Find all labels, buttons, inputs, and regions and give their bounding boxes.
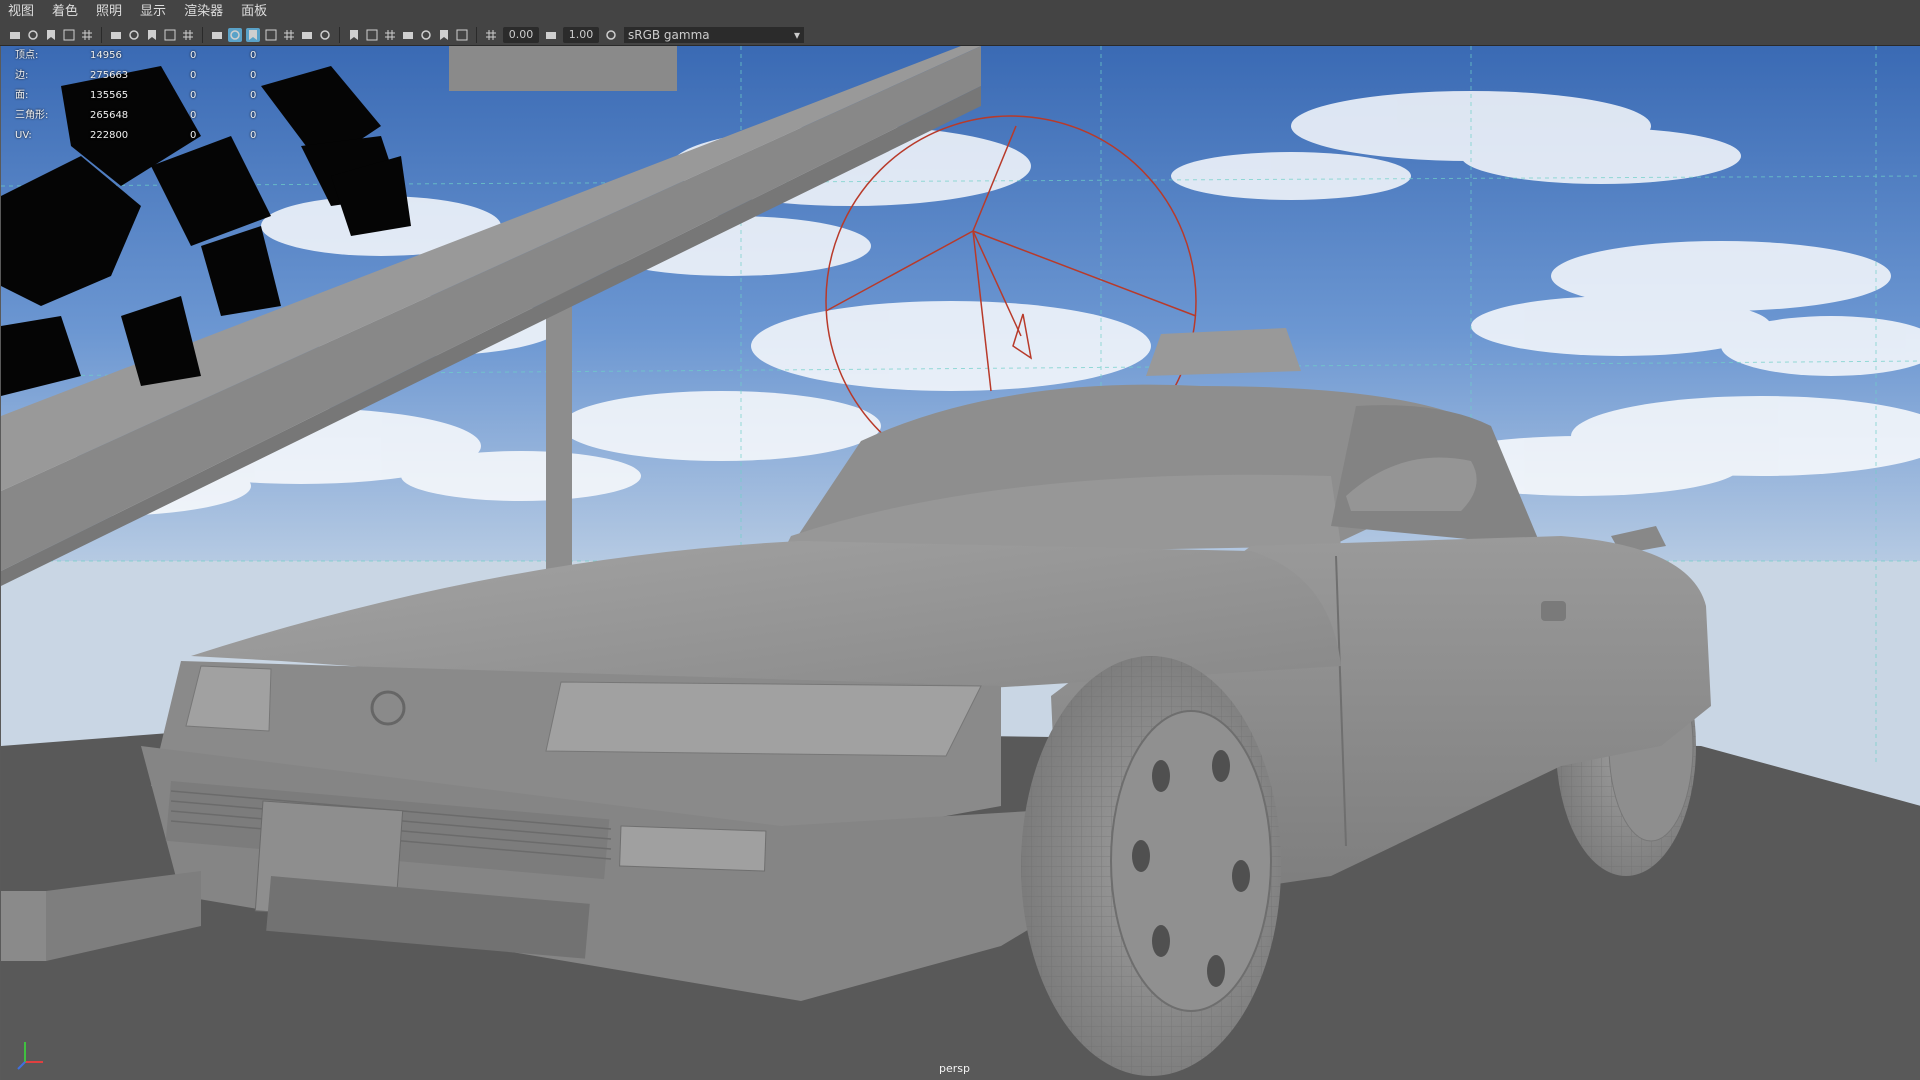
hud-row: 三角形: 265648 0 0 — [15, 106, 290, 126]
hud-v3: 0 — [250, 90, 257, 101]
toolbar-separator — [202, 26, 203, 43]
camera-name-label: persp — [939, 1062, 970, 1075]
hud-label: 三角形: — [15, 110, 49, 121]
hud-v1: 135565 — [90, 90, 129, 101]
exposure-field[interactable]: 0.00 — [503, 26, 539, 43]
safe-action-icon[interactable] — [181, 28, 195, 42]
hud-v3: 0 — [250, 70, 257, 81]
gamma-field[interactable]: 1.00 — [563, 26, 599, 43]
menu-item-2[interactable]: 照明 — [88, 0, 132, 24]
gantry-post — [449, 46, 677, 91]
backface-icon[interactable] — [455, 28, 469, 42]
poly-count-hud: 顶点: 14956 0 0 边: 275663 0 0 面: 135565 0 0 三角形: 265648… — [15, 46, 290, 146]
gate-mask-icon[interactable] — [145, 28, 159, 42]
hud-v3: 0 — [250, 110, 257, 121]
curb-block — [1, 891, 46, 961]
color-space-select[interactable]: sRGB gamma ▾ — [624, 26, 804, 43]
bookmark-icon[interactable] — [44, 28, 58, 42]
resolution-gate-icon[interactable] — [127, 28, 141, 42]
color-space-label: sRGB gamma — [628, 27, 710, 42]
image-plane-icon[interactable] — [62, 28, 76, 42]
field-chart-icon[interactable] — [163, 28, 177, 42]
camera-select-icon[interactable] — [8, 28, 22, 42]
hud-label: 面: — [15, 90, 29, 101]
hud-v2: 0 — [190, 130, 197, 141]
menu-bar: 视图 着色 照明 显示 渲染器 面板 — [0, 0, 1920, 25]
menu-item-5[interactable]: 面板 — [233, 0, 277, 24]
camera-attr-icon[interactable] — [26, 28, 40, 42]
hud-v1: 14956 — [90, 50, 122, 61]
headlight-left — [185, 665, 272, 732]
hud-row: UV: 222800 0 0 — [15, 126, 290, 146]
use-all-lights-icon[interactable] — [282, 28, 296, 42]
hud-label: 边: — [15, 70, 29, 81]
wireframe-icon[interactable] — [210, 28, 224, 42]
hud-label: UV: — [15, 130, 32, 141]
hud-v2: 0 — [190, 90, 197, 101]
textured-icon[interactable] — [264, 28, 278, 42]
hud-v2: 0 — [190, 70, 197, 81]
color-management-icon[interactable] — [604, 28, 618, 42]
gamma-icon[interactable] — [544, 28, 558, 42]
hud-v3: 0 — [250, 50, 257, 61]
isolate-select-icon[interactable] — [401, 28, 415, 42]
toolbar-separator — [476, 26, 477, 43]
hud-row: 顶点: 14956 0 0 — [15, 46, 290, 66]
headlight-right — [545, 681, 982, 757]
toolbar-separator — [101, 26, 102, 43]
menu-item-0[interactable]: 视图 — [0, 0, 44, 24]
hud-v1: 265648 — [90, 110, 129, 121]
xray-joints-icon[interactable] — [437, 28, 451, 42]
door-handle — [1541, 601, 1566, 621]
hud-v3: 0 — [250, 130, 257, 141]
hud-row: 面: 135565 0 0 — [15, 86, 290, 106]
film-gate-icon[interactable] — [109, 28, 123, 42]
axis-indicator — [17, 1042, 43, 1070]
depth-of-field-icon[interactable] — [383, 28, 397, 42]
hud-v1: 222800 — [90, 130, 129, 141]
scene-render[interactable] — [1, 46, 1920, 1080]
hud-v2: 0 — [190, 110, 197, 121]
hud-v2: 0 — [190, 50, 197, 61]
grid-icon[interactable] — [80, 28, 94, 42]
shadows-icon[interactable] — [300, 28, 314, 42]
toolbar-separator — [339, 26, 340, 43]
fog-light — [619, 825, 767, 872]
hud-label: 顶点: — [15, 50, 39, 61]
exposure-icon[interactable] — [484, 28, 498, 42]
hud-row: 边: 275663 0 0 — [15, 66, 290, 86]
xray-icon[interactable] — [419, 28, 433, 42]
smooth-shade-icon[interactable] — [228, 27, 242, 42]
anti-alias-icon[interactable] — [365, 28, 379, 42]
screen-space-ao-icon[interactable] — [318, 28, 332, 42]
menu-item-4[interactable]: 渲染器 — [176, 0, 233, 24]
hud-v1: 275663 — [90, 70, 129, 81]
menu-item-3[interactable]: 显示 — [132, 0, 176, 24]
chevron-down-icon: ▾ — [793, 27, 800, 42]
wireframe-on-shaded-icon[interactable] — [246, 27, 260, 42]
taxi-sign — [1146, 328, 1301, 376]
motion-blur-icon[interactable] — [347, 28, 361, 42]
menu-item-1[interactable]: 着色 — [44, 0, 88, 24]
perspective-viewport[interactable]: 顶点: 14956 0 0 边: 275663 0 0 面: 135565 0 0 三角形: 265648… — [0, 46, 1920, 1080]
viewport-toolbar: 0.00 1.00 sRGB gamma ▾ — [0, 24, 1920, 46]
